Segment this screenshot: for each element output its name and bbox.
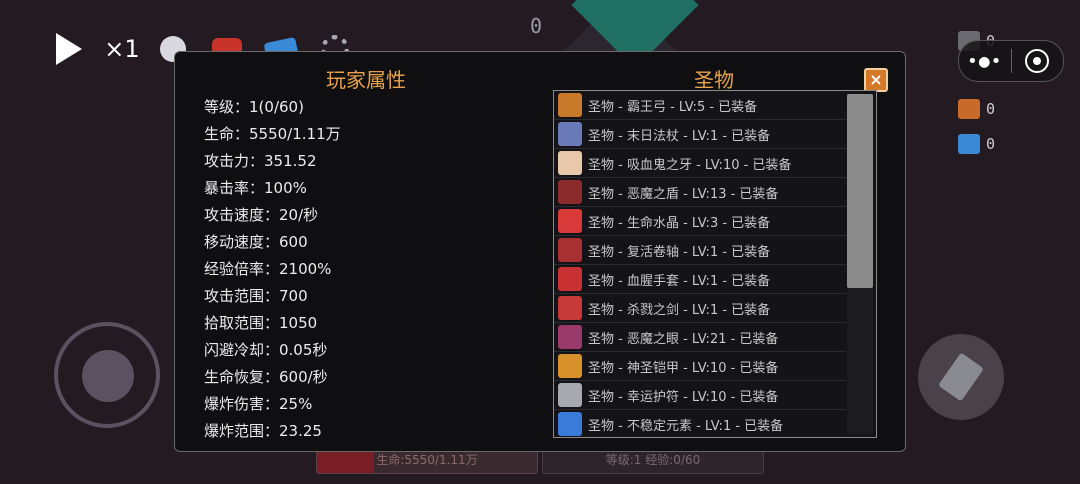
close-miniapp-button[interactable] xyxy=(1011,49,1063,73)
attack-button[interactable] xyxy=(918,334,1004,420)
score-counter: 0 xyxy=(530,14,543,38)
amulet-icon xyxy=(558,383,582,407)
bow-icon xyxy=(558,93,582,117)
stat-hp: 生命：5550/1.11万 xyxy=(204,125,341,143)
list-item[interactable]: 圣物 - 幸运护符 - LV:10 - 已装备 xyxy=(554,381,846,410)
speed-button[interactable]: ×1 xyxy=(100,28,144,70)
gem-counter: 0 xyxy=(958,133,1018,155)
element-icon xyxy=(558,412,582,436)
stat-attack: 攻击力：351.52 xyxy=(204,152,317,170)
stats-list: 等级：1(0/60) 生命：5550/1.11万 攻击力：351.52 暴击率：… xyxy=(204,94,341,445)
stat-level: 等级：1(0/60) xyxy=(204,98,304,116)
player-attributes-title: 玩家属性 xyxy=(326,68,406,92)
list-item[interactable]: 圣物 - 神圣铠甲 - LV:10 - 已装备 xyxy=(554,352,846,381)
relic-list[interactable]: 圣物 - 霸王弓 - LV:5 - 已装备 圣物 - 末日法杖 - LV:1 -… xyxy=(553,90,877,438)
sword-icon xyxy=(558,296,582,320)
glove-icon xyxy=(558,267,582,291)
exp-text: 等级:1 经验:0/60 xyxy=(605,453,701,467)
list-item[interactable]: 圣物 - 生命水晶 - LV:3 - 已装备 xyxy=(554,207,846,236)
list-item[interactable]: 圣物 - 血腥手套 - LV:1 - 已装备 xyxy=(554,265,846,294)
shield-icon xyxy=(558,180,582,204)
potion-icon xyxy=(958,99,980,119)
close-button[interactable]: × xyxy=(864,68,888,92)
list-item[interactable]: 圣物 - 恶魔之眼 - LV:21 - 已装备 xyxy=(554,323,846,352)
armor-icon xyxy=(558,354,582,378)
hp-text: 生命:5550/1.11万 xyxy=(376,453,478,467)
stat-attack-range: 攻击范围：700 xyxy=(204,287,308,305)
fang-icon xyxy=(558,151,582,175)
sword-icon xyxy=(938,352,984,402)
list-item[interactable]: 圣物 - 霸王弓 - LV:5 - 已装备 xyxy=(554,91,846,120)
potion-counter: 0 xyxy=(958,98,1018,120)
stat-move-speed: 移动速度：600 xyxy=(204,233,308,251)
list-item[interactable]: 圣物 - 不稳定元素 - LV:1 - 已装备 xyxy=(554,410,846,437)
stat-pickup-range: 拾取范围：1050 xyxy=(204,314,318,332)
list-item[interactable]: 圣物 - 复活卷轴 - LV:1 - 已装备 xyxy=(554,236,846,265)
scrollbar-thumb[interactable] xyxy=(847,94,873,288)
play-button[interactable] xyxy=(48,28,90,70)
eye-icon xyxy=(558,325,582,349)
scroll-icon xyxy=(558,238,582,262)
list-item[interactable]: 圣物 - 杀戮之剑 - LV:1 - 已装备 xyxy=(554,294,846,323)
stat-hp-regen: 生命恢复：600/秒 xyxy=(204,368,328,386)
list-item[interactable]: 圣物 - 末日法杖 - LV:1 - 已装备 xyxy=(554,120,846,149)
more-dots-icon[interactable]: •●• xyxy=(959,51,1011,72)
stat-explosion-damage: 爆炸伤害：25% xyxy=(204,395,313,413)
list-item[interactable]: 圣物 - 吸血鬼之牙 - LV:10 - 已装备 xyxy=(554,149,846,178)
crystal-icon xyxy=(558,209,582,233)
list-item[interactable]: 圣物 - 恶魔之盾 - LV:13 - 已装备 xyxy=(554,178,846,207)
stat-dodge-cooldown: 闪避冷却：0.05秒 xyxy=(204,341,328,359)
gem-block-icon xyxy=(958,134,980,154)
stat-crit: 暴击率：100% xyxy=(204,179,307,197)
joystick-knob[interactable] xyxy=(82,350,134,402)
staff-icon xyxy=(558,122,582,146)
stat-exp-rate: 经验倍率：2100% xyxy=(204,260,332,278)
relics-title: 圣物 xyxy=(694,68,734,92)
target-icon xyxy=(1025,49,1050,73)
menu-capsule[interactable]: •●• xyxy=(958,40,1064,82)
stat-attack-speed: 攻击速度：20/秒 xyxy=(204,206,319,224)
stat-explosion-range: 爆炸范围：23.25 xyxy=(204,422,322,440)
